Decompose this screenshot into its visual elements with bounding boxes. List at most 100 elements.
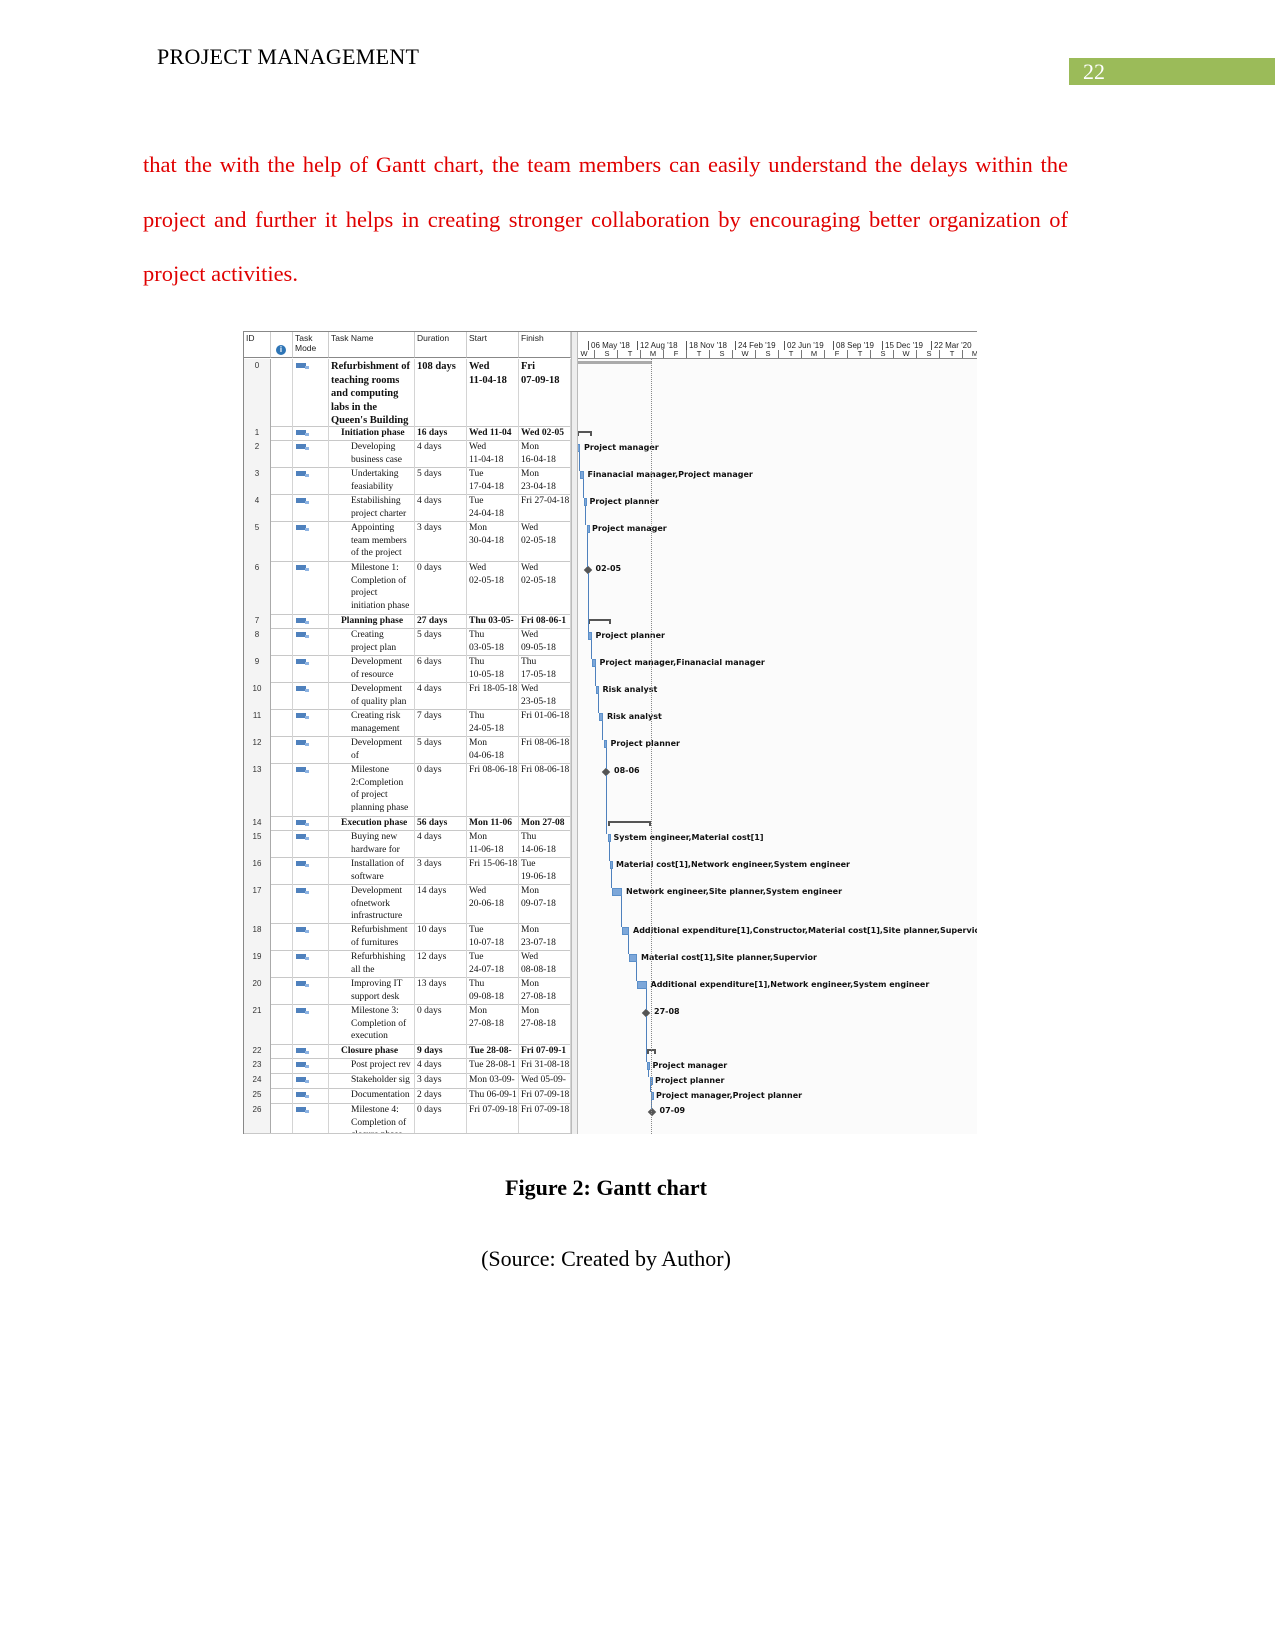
table-row[interactable]: 12 Development of 5 days Mon 04-06-18 Fri 08… bbox=[244, 736, 571, 764]
column-header[interactable]: ID bbox=[244, 332, 271, 358]
cell-finish: Fri 01-06-18 bbox=[519, 709, 571, 736]
cell-finish: Mon 09-07-18 bbox=[519, 884, 571, 923]
table-row[interactable]: 1 Initiation phase 16 days Wed 11-04 Wed 02-… bbox=[244, 426, 571, 441]
timescale-minor-label: T bbox=[686, 350, 711, 358]
cell-id: 3 bbox=[244, 467, 271, 494]
column-header[interactable]: Task Name bbox=[329, 332, 415, 358]
cell-task-name: Development of bbox=[329, 736, 415, 763]
dependency-arrow bbox=[590, 640, 592, 659]
cell-start: Mon 11-06 bbox=[467, 816, 519, 830]
column-header[interactable]: Duration bbox=[415, 332, 467, 358]
cell-indicators bbox=[271, 359, 293, 426]
cell-start: Wed 20-06-18 bbox=[467, 884, 519, 923]
resource-label: Additional expenditure[1],Network engine… bbox=[650, 980, 930, 989]
cell-task-mode bbox=[293, 950, 329, 977]
cell-indicators bbox=[271, 736, 293, 763]
task-mode-icon bbox=[296, 767, 309, 773]
cell-finish: Fri 08-06-18 bbox=[519, 736, 571, 763]
table-row[interactable]: 2 Developing business case 4 days Wed 11-04… bbox=[244, 440, 571, 468]
cell-duration: 0 days bbox=[415, 561, 467, 614]
table-row[interactable]: 13 Milestone 2:Completion of project plan… bbox=[244, 763, 571, 817]
timescale-minor-label: S bbox=[709, 350, 734, 358]
cell-task-mode bbox=[293, 1044, 329, 1058]
table-row[interactable]: 5 Appointing team members of the project 3… bbox=[244, 521, 571, 562]
page-number: 22 bbox=[1069, 58, 1275, 85]
cell-task-mode bbox=[293, 736, 329, 763]
cell-start: Mon 30-04-18 bbox=[467, 521, 519, 561]
cell-duration: 4 days bbox=[415, 1058, 467, 1073]
cell-finish: Mon 27-08 bbox=[519, 816, 571, 830]
cell-task-name: Refurbishment of teaching rooms and comp… bbox=[329, 359, 415, 426]
timescale-minor-label: T bbox=[778, 350, 803, 358]
table-row[interactable]: 0 Refurbishment of teaching rooms and com… bbox=[244, 359, 571, 427]
table-row[interactable]: 6 Milestone 1: Completion of project init… bbox=[244, 561, 571, 615]
resource-label: Risk analyst bbox=[607, 712, 662, 721]
cell-duration: 0 days bbox=[415, 763, 467, 816]
dependency-arrow bbox=[628, 935, 629, 954]
cell-finish: Fri 07-09-1 bbox=[519, 1044, 571, 1058]
cell-task-mode bbox=[293, 561, 329, 614]
task-mode-icon bbox=[296, 981, 309, 987]
column-header[interactable]: Task Mode bbox=[293, 332, 329, 358]
table-row[interactable]: 11 Creating risk management 7 days Thu 24-0… bbox=[244, 709, 571, 737]
table-row[interactable]: 26 Milestone 4: Completion of closure pha… bbox=[244, 1103, 571, 1134]
table-row[interactable]: 15 Buying new hardware for 4 days Mon 11-06… bbox=[244, 830, 571, 858]
cell-start: Tue 24-07-18 bbox=[467, 950, 519, 977]
cell-indicators bbox=[271, 1058, 293, 1073]
table-row[interactable]: 16 Installation of software 3 days Fri 15-0… bbox=[244, 857, 571, 885]
table-row[interactable]: 9 Development of resource 6 days Thu 10-05-… bbox=[244, 655, 571, 683]
cell-indicators bbox=[271, 1004, 293, 1044]
cell-task-name: Closure phase bbox=[329, 1044, 415, 1058]
milestone-label: 08-06 bbox=[614, 766, 640, 775]
cell-indicators bbox=[271, 682, 293, 709]
cell-task-name: Stakeholder sig bbox=[329, 1073, 415, 1088]
cell-duration: 5 days bbox=[415, 736, 467, 763]
cell-duration: 5 days bbox=[415, 628, 467, 655]
table-row[interactable]: 10 Development of quality plan 4 days Fri 1… bbox=[244, 682, 571, 710]
table-row[interactable]: 23 Post project rev 4 days Tue 28-08-1 Fri 3… bbox=[244, 1058, 571, 1074]
running-header: PROJECT MANAGEMENT bbox=[157, 44, 420, 69]
cell-start: Mon 04-06-18 bbox=[467, 736, 519, 763]
cell-task-name: Creating risk management bbox=[329, 709, 415, 736]
cell-id: 13 bbox=[244, 763, 271, 816]
column-header[interactable]: i bbox=[271, 332, 293, 358]
resource-label: Project manager,Finanacial manager bbox=[599, 658, 765, 667]
table-row[interactable]: 22 Closure phase 9 days Tue 28-08- Fri 07-09… bbox=[244, 1044, 571, 1059]
table-row[interactable]: 4 Estabilishing project charter 4 days Tue … bbox=[244, 494, 571, 522]
cell-indicators bbox=[271, 709, 293, 736]
column-header[interactable]: Finish bbox=[519, 332, 571, 358]
table-row[interactable]: 24 Stakeholder sig3 daysMon 03-09-1Wed 05… bbox=[244, 1073, 571, 1089]
cell-indicators bbox=[271, 1088, 293, 1103]
task-mode-icon bbox=[296, 1062, 309, 1068]
cell-indicators bbox=[271, 561, 293, 614]
task-mode-icon bbox=[296, 363, 309, 369]
cell-task-name: Initiation phase bbox=[329, 426, 415, 440]
table-row[interactable]: 8 Creating project plan 5 days Thu 03-05-18… bbox=[244, 628, 571, 656]
cell-indicators bbox=[271, 494, 293, 521]
cell-indicators bbox=[271, 467, 293, 494]
cell-start: Mon 27-08-18 bbox=[467, 1004, 519, 1044]
table-row[interactable]: 19 Refurbhishing all the 12 days Tue 24-07-… bbox=[244, 950, 571, 978]
table-row[interactable]: 18 Refurbishment of furnitures 10 days Tue … bbox=[244, 923, 571, 951]
timescale-minor-label: M bbox=[801, 350, 826, 358]
table-row[interactable]: 25 Documentation 2 days Thu 06-09-1 Fri 07-0… bbox=[244, 1088, 571, 1104]
table-row[interactable]: 14 Execution phase 56 days Mon 11-06 Mon 27-… bbox=[244, 816, 571, 831]
cell-id: 17 bbox=[244, 884, 271, 923]
cell-duration: 9 days bbox=[415, 1044, 467, 1058]
table-row[interactable]: 17 Development ofnetwork infrastructure 14… bbox=[244, 884, 571, 924]
table-row[interactable]: 3 Undertaking feasiability 5 days Tue 17-04… bbox=[244, 467, 571, 495]
cell-duration: 27 days bbox=[415, 614, 467, 628]
summary-bar bbox=[577, 431, 592, 436]
column-header[interactable]: Start bbox=[467, 332, 519, 358]
cell-task-mode bbox=[293, 884, 329, 923]
cell-duration: 4 days bbox=[415, 440, 467, 467]
table-row[interactable]: 20 Improving IT support desk 13 days Thu 09… bbox=[244, 977, 571, 1005]
table-row[interactable]: 21 Milestone 3: Completion of execution 0 … bbox=[244, 1004, 571, 1045]
cell-finish: Wed 23-05-18 bbox=[519, 682, 571, 709]
cell-task-mode bbox=[293, 1088, 329, 1103]
dependency-arrow bbox=[611, 869, 612, 888]
cell-indicators bbox=[271, 628, 293, 655]
dependency-arrow bbox=[647, 1070, 649, 1077]
table-row[interactable]: 7 Planning phase 27 days Thu 03-05- Fri 08-0… bbox=[244, 614, 571, 629]
cell-indicators bbox=[271, 830, 293, 857]
